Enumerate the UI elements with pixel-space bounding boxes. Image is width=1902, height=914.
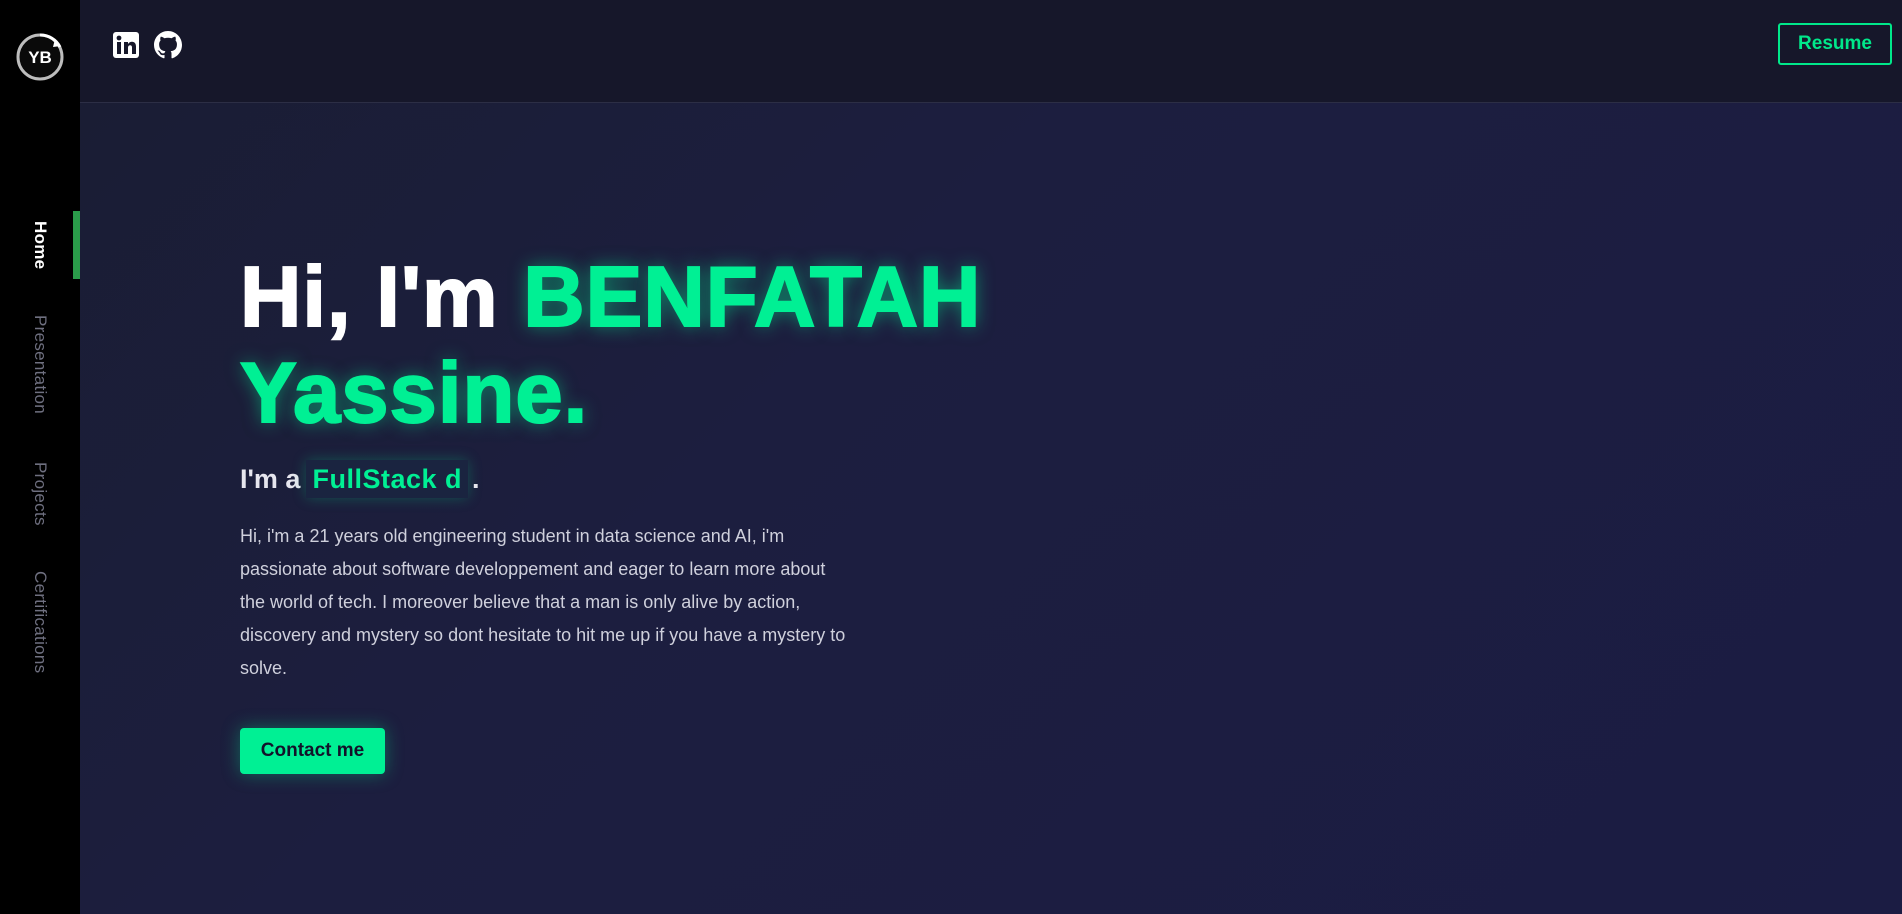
logo[interactable]: YB	[15, 32, 65, 82]
sidebar-item-home[interactable]: Home	[0, 211, 80, 279]
role-line: I'm a FullStack d .	[240, 460, 480, 498]
greeting-text: Hi, I'm	[239, 249, 524, 346]
logo-icon: YB	[16, 33, 64, 81]
sidebar-item-certifications[interactable]: Certifications	[0, 570, 80, 674]
sidebar-item-projects[interactable]: Projects	[0, 462, 80, 526]
role-typed-text: FullStack d	[306, 460, 468, 498]
bio-paragraph: Hi, i'm a 21 years old engineering stude…	[240, 526, 846, 678]
role-prefix: I'm a	[240, 463, 301, 494]
main-content: Resume	[80, 0, 1902, 914]
hero-title: Hi, I'm BENFATAH Yassine.	[239, 249, 982, 442]
sidebar-item-label: Certifications	[31, 570, 50, 674]
contact-button[interactable]: Contact me	[240, 728, 385, 774]
top-bar: Resume	[80, 0, 1902, 103]
github-icon[interactable]	[154, 31, 182, 59]
page: YB Home Presentation Projects Certificat…	[0, 0, 1902, 914]
sidebar-item-presentation[interactable]: Presentation	[0, 315, 80, 415]
sidebar-item-label: Projects	[31, 462, 50, 526]
role-suffix: .	[471, 463, 480, 494]
sidebar-item-label: Home	[31, 220, 50, 270]
sidebar: YB Home Presentation Projects Certificat…	[0, 0, 80, 914]
sidebar-item-label: Presentation	[31, 315, 50, 415]
resume-button[interactable]: Resume	[1778, 23, 1892, 65]
linkedin-icon[interactable]	[112, 31, 140, 59]
hero: Hi, I'm BENFATAH Yassine.	[239, 249, 982, 442]
last-name: Yassine.	[239, 345, 589, 442]
logo-text: YB	[28, 48, 52, 67]
first-name: BENFATAH	[522, 249, 982, 346]
